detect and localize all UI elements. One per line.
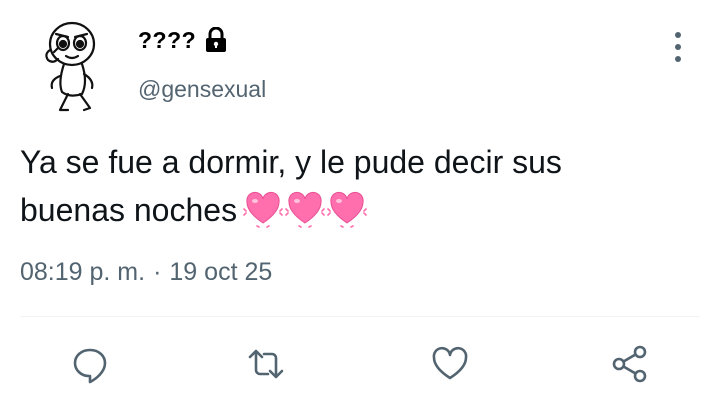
retweet-button[interactable]: [246, 344, 286, 384]
name-row: ????: [138, 24, 228, 56]
reply-icon: [73, 348, 107, 384]
tweet-text: Ya se fue a dormir, y le pude decir sus …: [20, 138, 710, 234]
vibrating-heart-emoji-icon: [327, 189, 367, 229]
display-name[interactable]: ????: [138, 27, 196, 54]
emoji-group: [243, 189, 367, 229]
heart-icon: [432, 346, 468, 380]
tweet-card: ???? @gensexual Ya se fue a dormir, y le…: [0, 0, 720, 410]
tweet-text-line: buenas noches: [20, 186, 710, 234]
like-button[interactable]: [430, 344, 470, 384]
tweet-time: 08:19 p. m.: [20, 258, 146, 286]
vibrating-heart-emoji-icon: [243, 189, 283, 229]
retweet-icon: [248, 349, 284, 379]
lock-icon: [204, 26, 228, 53]
tweet-text-segment: buenas noches: [20, 192, 238, 228]
tweet-timestamp[interactable]: 08:19 p. m. · 19 oct 25: [20, 258, 272, 287]
tweet-text-line: Ya se fue a dormir, y le pude decir sus: [20, 144, 562, 180]
tweet-date: 19 oct 25: [169, 258, 273, 286]
divider: [20, 316, 700, 317]
share-button[interactable]: [610, 344, 650, 384]
reply-button[interactable]: [70, 344, 110, 384]
vibrating-heart-emoji-icon: [285, 189, 325, 229]
meta-separator: ·: [153, 258, 162, 286]
user-handle[interactable]: @gensexual: [138, 76, 266, 103]
share-icon: [612, 345, 647, 383]
more-options-icon[interactable]: [668, 30, 688, 64]
meme-character-icon: [45, 21, 96, 112]
avatar[interactable]: [30, 14, 114, 114]
